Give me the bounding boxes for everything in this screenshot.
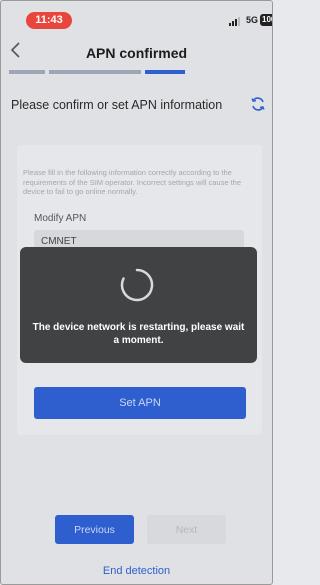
apn-notice: Please fill in the following information… <box>23 168 242 196</box>
status-bar: 11:43 5G 100 <box>1 1 272 35</box>
section-heading: Please confirm or set APN information <box>11 98 223 112</box>
set-apn-button[interactable]: Set APN <box>34 387 246 419</box>
restart-overlay: The device network is restarting, please… <box>20 247 257 363</box>
battery-icon: 100 <box>260 14 272 26</box>
page-title: APN confirmed <box>85 45 188 61</box>
previous-button[interactable]: Previous <box>55 515 134 544</box>
app-screen: 11:43 5G 100 APN confirmed Please confir… <box>0 0 273 585</box>
next-button: Next <box>147 515 226 544</box>
progress-segment <box>145 70 185 74</box>
progress-segment <box>9 70 45 74</box>
overlay-message: The device network is restarting, please… <box>32 322 245 346</box>
header: APN confirmed <box>1 35 272 69</box>
loading-spinner-icon <box>119 267 155 303</box>
section-heading-row: Please confirm or set APN information <box>9 95 267 115</box>
end-detection-link[interactable]: End detection <box>1 565 272 577</box>
progress-segment <box>49 70 141 74</box>
modify-apn-label: Modify APN <box>34 213 87 224</box>
refresh-icon[interactable] <box>249 95 267 113</box>
network-type: 5G <box>246 15 259 25</box>
signal-icon <box>229 17 243 26</box>
step-progress <box>9 70 262 74</box>
status-time: 11:43 <box>26 12 72 29</box>
